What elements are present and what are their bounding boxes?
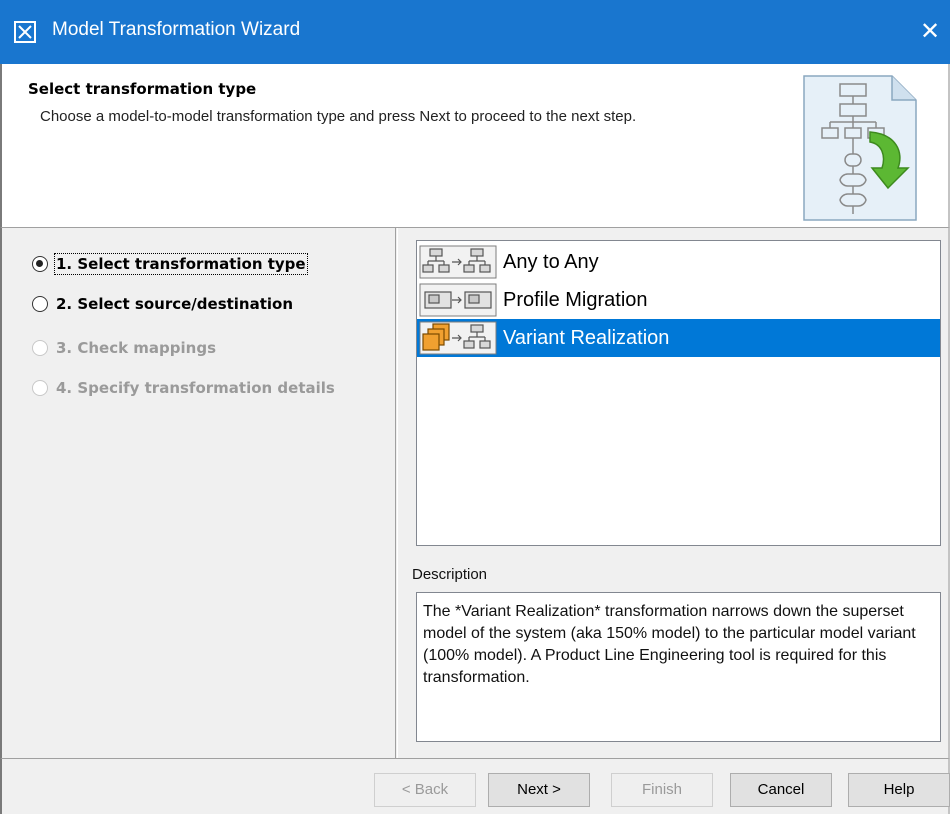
header-title: Select transformation type: [28, 80, 257, 98]
list-item-label: Any to Any: [503, 250, 599, 273]
radio-button-disabled: [32, 380, 48, 396]
header-description: Choose a model-to-model transformation t…: [40, 108, 637, 125]
step-label: 1. Select transformation type: [54, 253, 308, 275]
description-text[interactable]: The *Variant Realization* transformation…: [416, 592, 941, 742]
step-select-source-destination[interactable]: 2. Select source/destination: [32, 292, 293, 316]
radio-button-disabled: [32, 340, 48, 356]
transformation-pane: Any to Any Profile Migration Variant Rea…: [398, 228, 950, 758]
close-icon[interactable]: ✕: [910, 0, 950, 64]
step-label: 2. Select source/destination: [56, 295, 294, 313]
step-select-transformation-type[interactable]: 1. Select transformation type: [32, 252, 308, 276]
transformation-type-list[interactable]: Any to Any Profile Migration Variant Rea…: [416, 240, 941, 546]
step-label: 3. Check mappings: [56, 339, 217, 357]
list-item-variant-realization[interactable]: Variant Realization: [417, 319, 940, 357]
app-icon: [14, 21, 36, 43]
any-to-any-icon: [419, 245, 497, 279]
steps-panel: 1. Select transformation type 2. Select …: [2, 228, 395, 758]
profile-migration-icon: [419, 283, 497, 317]
radio-button[interactable]: [32, 296, 48, 312]
next-button[interactable]: Next >: [488, 773, 590, 807]
radio-button-checked[interactable]: [32, 256, 48, 272]
help-button[interactable]: Help: [848, 773, 950, 807]
step-check-mappings: 3. Check mappings: [32, 336, 216, 360]
back-button[interactable]: < Back: [374, 773, 476, 807]
window-title: Model Transformation Wizard: [52, 19, 301, 40]
list-item-profile-migration[interactable]: Profile Migration: [417, 281, 940, 319]
variant-realization-icon: [419, 321, 497, 355]
step-specify-transformation-details: 4. Specify transformation details: [32, 376, 335, 400]
wizard-banner-icon: [800, 72, 920, 224]
wizard-header: Select transformation type Choose a mode…: [0, 64, 950, 228]
button-bar: < Back Next > Finish Cancel Help: [0, 758, 950, 814]
list-item-any-to-any[interactable]: Any to Any: [417, 243, 940, 281]
cancel-button[interactable]: Cancel: [730, 773, 832, 807]
step-label: 4. Specify transformation details: [56, 379, 335, 397]
title-bar: Model Transformation Wizard ✕: [0, 0, 950, 64]
description-label: Description: [412, 566, 488, 583]
finish-button[interactable]: Finish: [611, 773, 713, 807]
list-item-label: Variant Realization: [503, 326, 670, 349]
wizard-body: 1. Select transformation type 2. Select …: [0, 228, 950, 758]
list-item-label: Profile Migration: [503, 288, 648, 311]
